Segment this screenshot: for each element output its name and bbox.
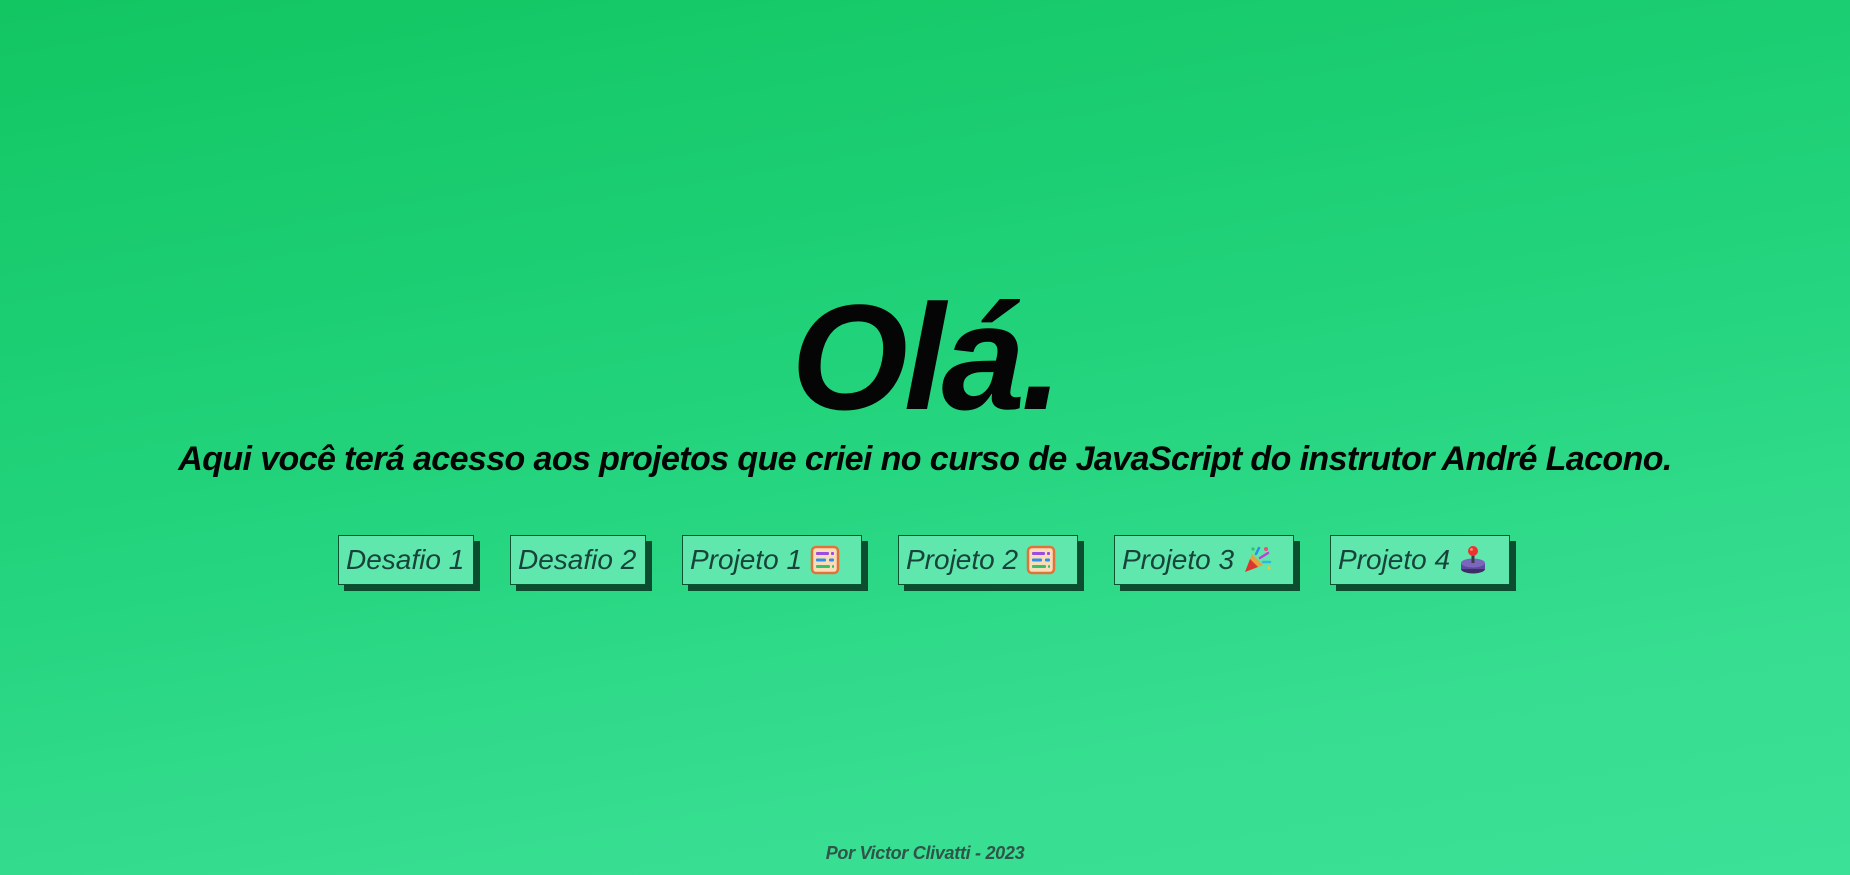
page-subtitle: Aqui você terá acesso aos projetos que c… [178, 440, 1672, 478]
desafio-2-button[interactable]: Desafio 2 [510, 535, 646, 585]
projeto-2-button[interactable]: Projeto 2 [898, 535, 1078, 585]
desafio-1-label: Desafio 1 [346, 544, 465, 575]
project-button-bar: Desafio 1 Desafio 2 Projeto 1 Projeto 2 [338, 535, 1510, 585]
abacus-icon [810, 545, 840, 575]
abacus-icon [1026, 545, 1056, 575]
footer-credit: Por Victor Clivatti - 2023 [825, 843, 1025, 863]
projeto-4-label: Projeto 4 [1338, 544, 1451, 575]
projeto-4-button[interactable]: Projeto 4 [1330, 535, 1510, 585]
projeto-3-button[interactable]: Projeto 3 [1114, 535, 1294, 585]
projeto-2-label: Projeto 2 [906, 544, 1019, 575]
party-popper-icon [1245, 546, 1272, 572]
desafio-1-button[interactable]: Desafio 1 [338, 535, 474, 585]
desafio-2-label: Desafio 2 [518, 544, 637, 575]
projeto-3-label: Projeto 3 [1122, 544, 1235, 575]
projeto-1-button[interactable]: Projeto 1 [682, 535, 862, 585]
projeto-1-label: Projeto 1 [690, 544, 803, 575]
page-title: Olá. [791, 273, 1062, 441]
hero-section: Olá. Aqui você terá acesso aos projetos … [0, 282, 1850, 479]
joystick-icon [1461, 546, 1486, 574]
